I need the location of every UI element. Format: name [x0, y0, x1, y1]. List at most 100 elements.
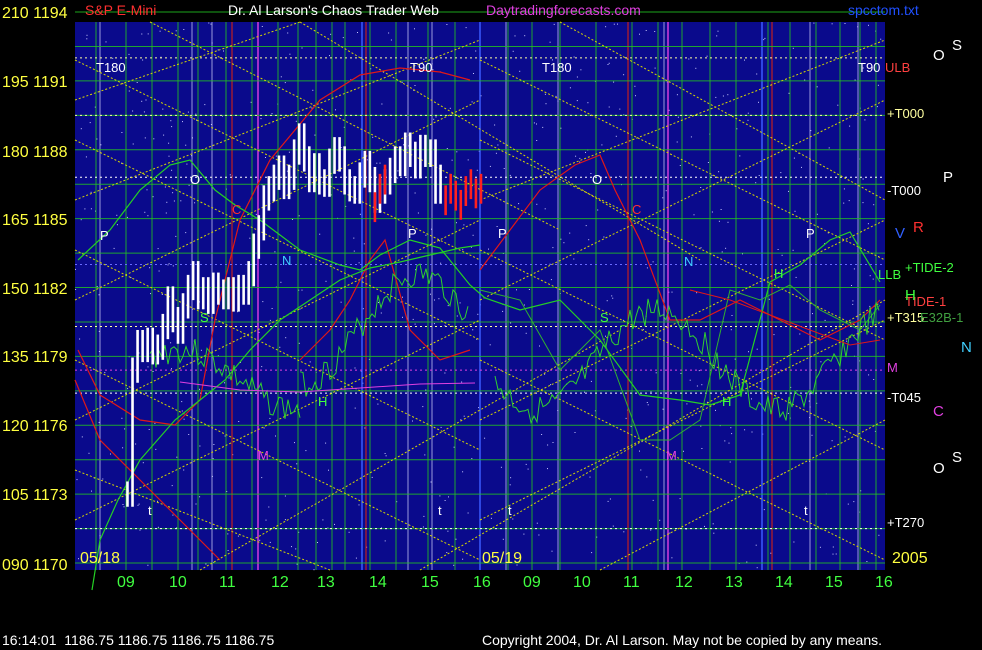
- star-dot: [756, 567, 758, 569]
- star-dot: [773, 334, 775, 336]
- star-dot: [430, 293, 431, 295]
- star-dot: [412, 420, 413, 422]
- star-dot: [313, 569, 315, 571]
- star-dot: [820, 361, 822, 363]
- star-dot: [440, 262, 442, 264]
- star-dot: [768, 298, 770, 300]
- star-dot: [268, 506, 270, 508]
- star-dot: [334, 523, 335, 525]
- star-dot: [758, 175, 760, 176]
- star-dot: [509, 174, 511, 176]
- star-dot: [718, 220, 720, 222]
- x-tick-label: 16: [473, 574, 491, 591]
- star-dot: [170, 120, 172, 122]
- star-dot: [275, 435, 276, 437]
- star-dot: [730, 427, 732, 429]
- star-dot: [686, 403, 688, 405]
- star-dot: [422, 526, 424, 528]
- y-tick-label: 105 1173: [2, 487, 68, 504]
- star-dot: [467, 512, 469, 514]
- star-dot: [261, 366, 263, 368]
- star-dot: [471, 458, 473, 460]
- star-dot: [652, 261, 654, 263]
- star-dot: [342, 37, 344, 39]
- star-dot: [381, 103, 383, 105]
- star-dot: [263, 427, 265, 429]
- star-dot: [589, 476, 591, 478]
- star-dot: [763, 39, 765, 41]
- star-dot: [605, 335, 606, 337]
- star-dot: [141, 100, 143, 102]
- star-dot: [844, 436, 846, 438]
- star-dot: [168, 263, 170, 265]
- star-dot: [181, 401, 183, 403]
- chart-annotation: P: [408, 226, 417, 241]
- star-dot: [127, 388, 129, 390]
- star-dot: [205, 563, 207, 565]
- star-dot: [294, 442, 295, 444]
- star-dot: [696, 292, 698, 294]
- star-dot: [187, 111, 189, 113]
- star-dot: [788, 190, 789, 192]
- star-dot: [467, 159, 469, 161]
- chart-annotation: t: [804, 503, 808, 518]
- star-dot: [126, 216, 128, 218]
- y-tick-label: 180 1188: [2, 144, 68, 161]
- star-dot: [417, 212, 419, 214]
- star-dot: [237, 535, 239, 537]
- star-dot: [299, 308, 301, 310]
- star-dot: [853, 268, 855, 270]
- star-dot: [155, 448, 157, 450]
- site-link[interactable]: Daytradingforecasts.com: [486, 2, 641, 18]
- star-dot: [679, 165, 681, 166]
- star-dot: [180, 200, 182, 202]
- star-dot: [200, 349, 202, 351]
- star-dot: [385, 455, 387, 457]
- star-dot: [269, 541, 271, 543]
- star-dot: [377, 403, 379, 405]
- chart-canvas: S&P E-Mini Dr. Al Larson's Chaos Trader …: [2, 2, 972, 591]
- star-dot: [153, 138, 155, 140]
- star-dot: [90, 191, 92, 193]
- star-dot: [597, 209, 599, 211]
- star-dot: [161, 294, 163, 295]
- star-dot: [730, 329, 732, 331]
- star-dot: [146, 189, 148, 191]
- star-dot: [105, 41, 107, 43]
- chart-annotation: O: [190, 172, 200, 187]
- planet-letter: N: [961, 339, 972, 356]
- star-dot: [414, 323, 416, 325]
- star-dot: [422, 406, 424, 408]
- star-dot: [676, 94, 678, 96]
- star-dot: [728, 442, 730, 444]
- star-dot: [538, 534, 540, 536]
- star-dot: [563, 242, 565, 244]
- star-dot: [575, 155, 577, 157]
- star-dot: [265, 519, 267, 521]
- star-dot: [135, 443, 137, 445]
- star-dot: [229, 174, 231, 176]
- status-time: 16:14:01: [2, 632, 57, 648]
- star-dot: [80, 219, 82, 221]
- star-dot: [96, 138, 98, 140]
- star-dot: [751, 398, 752, 400]
- star-dot: [212, 458, 214, 460]
- star-dot: [208, 22, 210, 24]
- star-dot: [100, 144, 102, 146]
- star-dot: [162, 108, 164, 110]
- star-dot: [358, 504, 360, 506]
- star-dot: [459, 302, 461, 304]
- star-dot: [495, 152, 497, 154]
- star-dot: [312, 89, 314, 91]
- star-dot: [152, 371, 154, 372]
- star-dot: [271, 308, 273, 309]
- star-dot: [812, 313, 813, 315]
- star-dot: [269, 319, 271, 321]
- star-dot: [747, 112, 749, 114]
- star-dot: [258, 331, 260, 333]
- y-tick-label: 135 1179: [2, 349, 68, 366]
- chart-annotation: M: [258, 448, 269, 463]
- star-dot: [296, 563, 298, 565]
- star-dot: [403, 144, 404, 146]
- star-dot: [390, 39, 392, 41]
